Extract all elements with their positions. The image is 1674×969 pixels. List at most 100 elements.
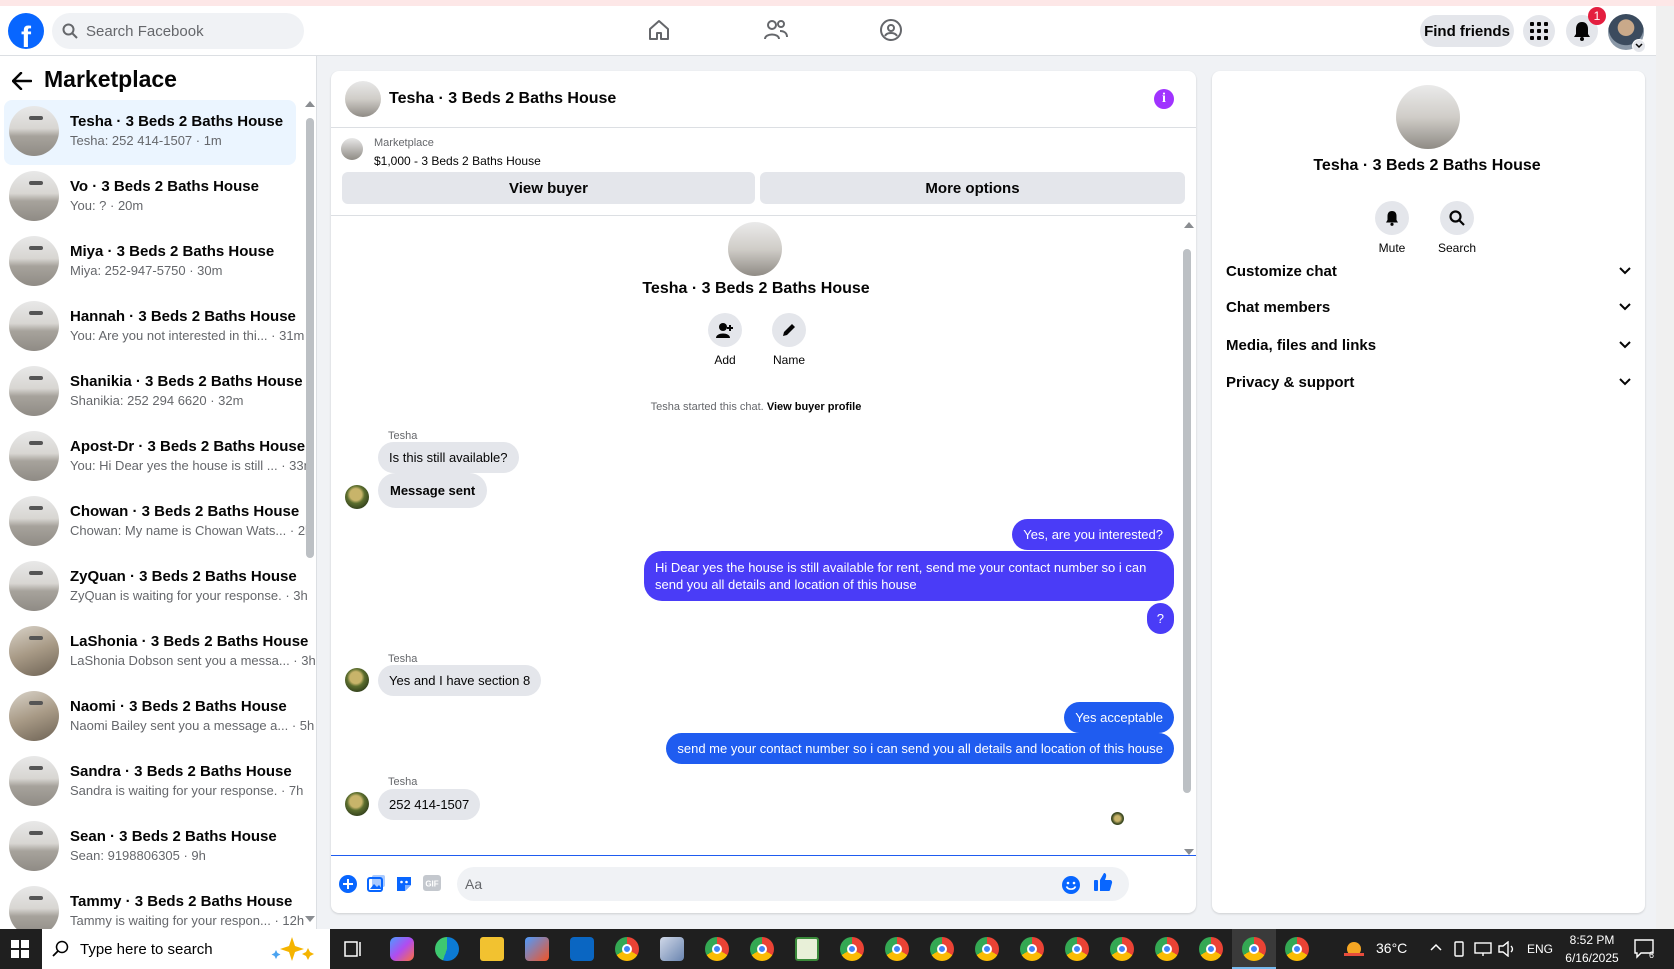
- outgoing-message[interactable]: Yes acceptable: [1064, 702, 1174, 733]
- copilot-icon[interactable]: [390, 937, 414, 961]
- facebook-logo[interactable]: f: [8, 13, 44, 49]
- more-options-button[interactable]: More options: [760, 172, 1185, 204]
- sender-avatar[interactable]: [345, 792, 369, 816]
- volume-icon[interactable]: [1498, 941, 1516, 957]
- listing-thumbnail[interactable]: [341, 138, 363, 160]
- gif-icon[interactable]: GIF: [423, 875, 441, 891]
- conversation-item[interactable]: Apost-Dr · 3 Beds 2 Baths House You: Hi D…: [4, 425, 314, 490]
- paint-icon[interactable]: [660, 937, 684, 961]
- chat-scrollbar-thumb[interactable]: [1183, 249, 1191, 793]
- conversation-item[interactable]: Sean · 3 Beds 2 Baths House Sean: 9198806…: [4, 815, 296, 880]
- message-input[interactable]: [457, 867, 1129, 901]
- conversation-item[interactable]: Miya · 3 Beds 2 Baths House Miya: 252-947…: [4, 230, 296, 295]
- store-icon[interactable]: [525, 937, 549, 961]
- sidebar-scrollbar-thumb[interactable]: [306, 118, 314, 558]
- edge-icon[interactable]: [435, 937, 459, 961]
- network-icon[interactable]: [1474, 941, 1492, 957]
- view-buyer-profile-link[interactable]: View buyer profile: [767, 401, 862, 413]
- contact-avatar[interactable]: [728, 222, 782, 276]
- listing-price[interactable]: $1,000 - 3 Beds 2 Baths House: [374, 154, 541, 168]
- scroll-up-arrow-icon[interactable]: [1184, 222, 1194, 228]
- home-icon[interactable]: [647, 18, 671, 42]
- clock-time[interactable]: 8:52 PM: [1562, 933, 1622, 947]
- conversation-item[interactable]: Shanikia · 3 Beds 2 Baths House Shanikia:…: [4, 360, 303, 425]
- emoji-icon[interactable]: [1061, 875, 1081, 895]
- page-scrollbar[interactable]: [1656, 6, 1674, 929]
- conversation-name: Hannah · 3 Beds 2 Baths House: [70, 308, 296, 325]
- friends-icon[interactable]: [763, 18, 789, 42]
- chrome-gmail-icon[interactable]: [750, 937, 774, 961]
- customize-chat-section[interactable]: Customize chat: [1226, 253, 1631, 289]
- media-files-links-section[interactable]: Media, files and links: [1226, 327, 1631, 363]
- sender-avatar[interactable]: [345, 485, 369, 509]
- spreadsheet-icon[interactable]: [795, 937, 819, 961]
- chat-title[interactable]: Tesha · 3 Beds 2 Baths House: [389, 90, 616, 108]
- conversation-item[interactable]: Hannah · 3 Beds 2 Baths House You: Are yo…: [4, 295, 304, 360]
- name-action[interactable]: Name: [759, 313, 819, 367]
- incoming-message[interactable]: Is this still available?: [378, 442, 519, 473]
- find-friends-button[interactable]: Find friends: [1420, 15, 1514, 47]
- chrome-icon[interactable]: [1065, 937, 1089, 961]
- chrome-icon[interactable]: [840, 937, 864, 961]
- groups-icon[interactable]: [879, 18, 903, 42]
- chrome-icon[interactable]: [1110, 937, 1134, 961]
- facebook-search[interactable]: Search Facebook: [52, 13, 304, 49]
- outlook-icon[interactable]: [570, 937, 594, 961]
- weather-icon[interactable]: [1342, 938, 1366, 960]
- taskbar-search[interactable]: Type here to search: [42, 929, 330, 969]
- chrome-icon[interactable]: [615, 937, 639, 961]
- incoming-message[interactable]: 252 414-1507: [378, 789, 481, 820]
- chrome-icon[interactable]: [1199, 937, 1223, 961]
- chevron-up-icon[interactable]: [1430, 943, 1442, 951]
- device-icon[interactable]: [1452, 941, 1466, 957]
- outgoing-message[interactable]: ?: [1146, 603, 1174, 634]
- privacy-support-section[interactable]: Privacy & support: [1226, 364, 1631, 400]
- chat-members-section[interactable]: Chat members: [1226, 289, 1631, 325]
- thumbs-up-icon[interactable]: [1093, 872, 1113, 892]
- conversation-item[interactable]: Chowan · 3 Beds 2 Baths House Chowan: My …: [4, 490, 312, 555]
- chevron-down-icon[interactable]: [1632, 39, 1646, 53]
- info-icon[interactable]: i: [1154, 89, 1174, 109]
- windows-start-icon[interactable]: [0, 929, 40, 969]
- sender-avatar[interactable]: [345, 668, 369, 692]
- chrome-icon[interactable]: [1155, 937, 1179, 961]
- conversation-item[interactable]: LaShonia · 3 Beds 2 Baths House LaShonia …: [4, 620, 316, 685]
- outgoing-message[interactable]: send me your contact number so i can sen…: [666, 733, 1174, 764]
- chrome-icon[interactable]: [885, 937, 909, 961]
- clock-date[interactable]: 6/16/2025: [1562, 951, 1622, 965]
- search-action[interactable]: Search: [1427, 201, 1487, 255]
- input-language[interactable]: ENG: [1527, 942, 1553, 956]
- conversation-item[interactable]: Sandra · 3 Beds 2 Baths House Sandra is w…: [4, 750, 303, 815]
- conversation-item[interactable]: Tammy · 3 Beds 2 Baths House Tammy is wai…: [4, 880, 304, 929]
- mute-action[interactable]: Mute: [1362, 201, 1422, 255]
- menu-grid-button[interactable]: [1523, 15, 1555, 47]
- chrome-icon[interactable]: [1242, 937, 1266, 961]
- scroll-down-arrow-icon[interactable]: [305, 916, 315, 922]
- conversation-item[interactable]: Vo · 3 Beds 2 Baths House You: ? · 20m: [4, 165, 296, 230]
- outgoing-message[interactable]: Hi Dear yes the house is still available…: [644, 551, 1174, 601]
- incoming-message[interactable]: Message sent: [378, 473, 488, 508]
- chrome-icon[interactable]: [1285, 937, 1309, 961]
- chrome-icon[interactable]: [930, 937, 954, 961]
- notification-center-icon[interactable]: 6: [1634, 939, 1656, 959]
- sticker-icon[interactable]: [395, 875, 413, 893]
- outgoing-message[interactable]: Yes, are you interested?: [1012, 519, 1174, 550]
- incoming-message[interactable]: Yes and I have section 8: [378, 665, 542, 696]
- conversation-item[interactable]: ZyQuan · 3 Beds 2 Baths House ZyQuan is w…: [4, 555, 308, 620]
- file-explorer-icon[interactable]: [480, 937, 504, 961]
- conversation-item[interactable]: Naomi · 3 Beds 2 Baths House Naomi Bailey…: [4, 685, 314, 750]
- add-action[interactable]: Add: [695, 313, 755, 367]
- temperature[interactable]: 36°C: [1376, 940, 1407, 956]
- chrome-icon[interactable]: [1020, 937, 1044, 961]
- plus-icon[interactable]: [339, 875, 357, 893]
- task-view-icon[interactable]: [344, 941, 362, 957]
- chat-avatar[interactable]: [345, 81, 381, 117]
- chrome-icon[interactable]: [705, 937, 729, 961]
- back-arrow-icon[interactable]: [12, 72, 32, 90]
- details-avatar[interactable]: [1396, 85, 1460, 149]
- conversation-item[interactable]: Tesha · 3 Beds 2 Baths House Tesha: 252 4…: [4, 100, 296, 165]
- chrome-icon[interactable]: [975, 937, 999, 961]
- view-buyer-button[interactable]: View buyer: [342, 172, 755, 204]
- scroll-up-arrow-icon[interactable]: [305, 101, 315, 107]
- photo-icon[interactable]: [367, 875, 385, 893]
